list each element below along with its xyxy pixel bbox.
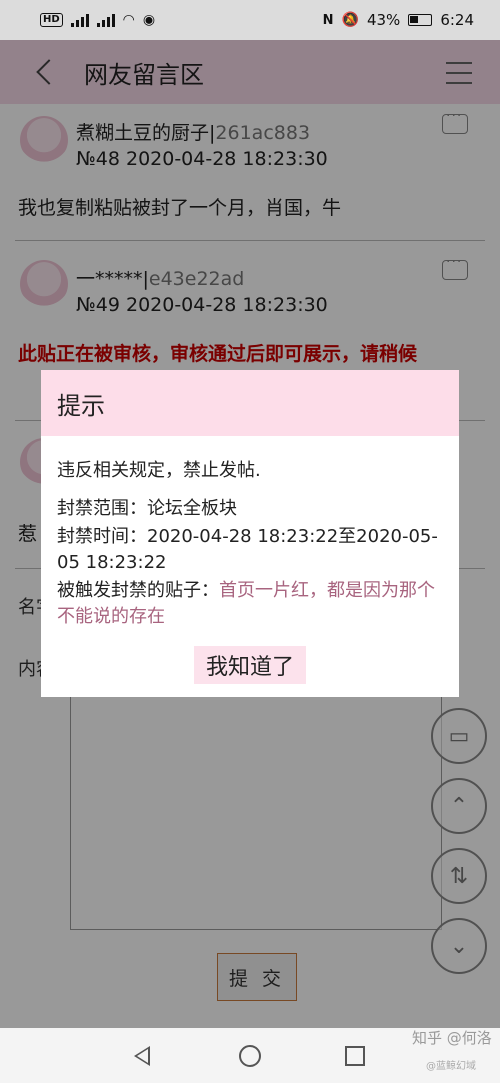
mute-icon: 🔕 — [341, 12, 359, 28]
signal-icon — [70, 13, 89, 27]
dialog-title: 提示 — [41, 370, 459, 436]
dialog-message: 违反相关规定，禁止发帖. — [57, 460, 261, 481]
eye-icon: ◉ — [142, 12, 156, 28]
ban-trigger: 被触发封禁的贴子：首页一片红，都是因为那个不能说的存在 — [57, 578, 447, 630]
hd-badge: HD — [40, 13, 63, 27]
ban-time-label: 封禁时间： — [57, 526, 147, 547]
ban-scope-label: 封禁范围： — [57, 498, 147, 519]
ban-trigger-label: 被触发封禁的贴子： — [57, 580, 219, 601]
status-bar: HD ◠ ◉ N 🔕 43% 6:24 — [0, 0, 500, 40]
battery-icon — [408, 14, 433, 26]
signal-icon-2 — [96, 13, 115, 27]
battery-percent: 43% — [366, 11, 401, 29]
wifi-icon: ◠ — [122, 12, 135, 28]
ok-button[interactable]: 我知道了 — [194, 646, 306, 684]
ban-scope: 封禁范围：论坛全板块 — [57, 496, 447, 522]
nav-back-icon[interactable] — [134, 1046, 150, 1066]
nfc-icon: N — [322, 12, 334, 28]
nav-recents-icon[interactable] — [345, 1046, 365, 1066]
ban-notice-dialog: 提示 违反相关规定，禁止发帖. 封禁范围：论坛全板块 封禁时间：2020-04-… — [41, 370, 459, 697]
watermark: 知乎 @何洛 — [412, 1029, 492, 1047]
clock: 6:24 — [440, 11, 474, 29]
ban-scope-value: 论坛全板块 — [147, 498, 237, 519]
watermark-sub: @蓝鲸幻域 — [426, 1061, 476, 1072]
nav-home-icon[interactable] — [239, 1045, 261, 1067]
ban-time: 封禁时间：2020-04-28 18:23:22至2020-05-05 18:2… — [57, 524, 447, 576]
